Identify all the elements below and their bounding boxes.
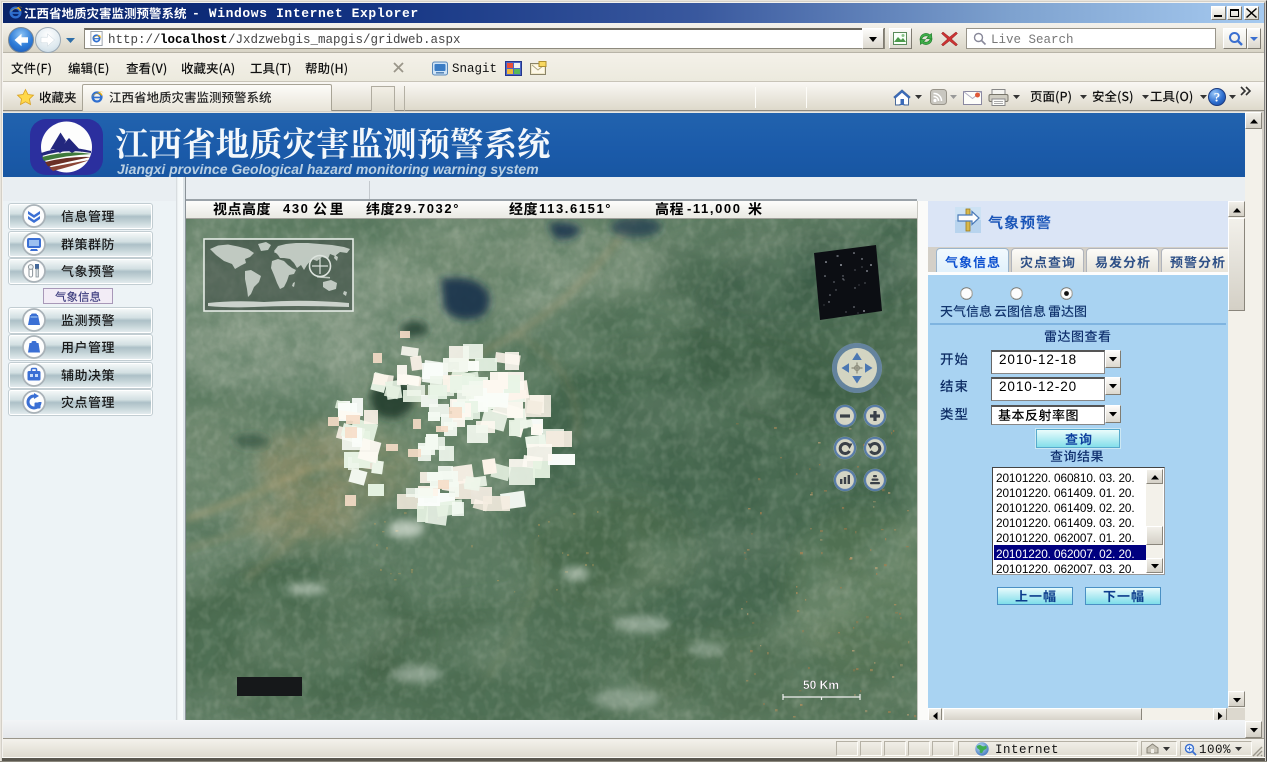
svg-text:?: ? [1214,90,1221,105]
svg-text:50 Km: 50 Km [803,678,839,692]
